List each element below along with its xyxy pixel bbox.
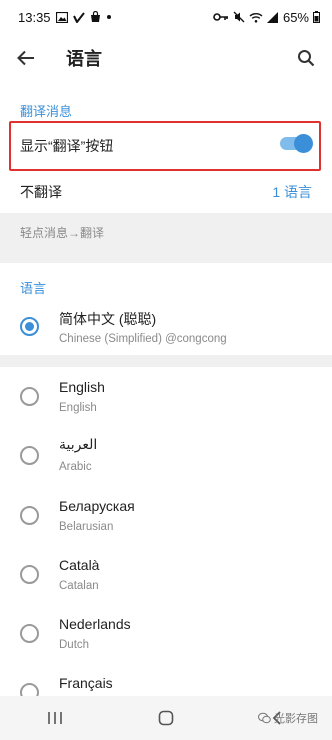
- toggle-thumb: [294, 134, 313, 153]
- show-translate-toggle[interactable]: [280, 134, 313, 153]
- back-button[interactable]: [12, 44, 40, 72]
- translate-section-header: 翻译消息: [20, 104, 73, 119]
- no-translate-label: 不翻译: [20, 184, 62, 200]
- no-translate-value: 1 语言: [272, 184, 312, 200]
- wifi-icon: [249, 12, 263, 23]
- chat-bubble-icon: [258, 712, 271, 724]
- language-subtitle: Catalan: [59, 580, 99, 592]
- signal-icon: [266, 11, 279, 23]
- language-subtitle: Dutch: [59, 639, 90, 651]
- radio-belarusian[interactable]: [20, 506, 39, 525]
- radio-catalan[interactable]: [20, 565, 39, 584]
- language-subtitle: English: [59, 402, 97, 414]
- key-icon: [213, 12, 229, 22]
- language-name: Nederlands: [59, 616, 131, 632]
- radio-dutch[interactable]: [20, 624, 39, 643]
- language-name: Беларуская: [59, 498, 135, 514]
- status-right: 65%: [213, 10, 320, 25]
- check-app-icon: [72, 11, 85, 23]
- radio-english[interactable]: [20, 387, 39, 406]
- home-button[interactable]: [152, 704, 180, 732]
- search-icon: [298, 50, 315, 67]
- battery-icon: [313, 11, 320, 23]
- language-name: العربية: [59, 436, 98, 452]
- language-name: Català: [59, 557, 100, 573]
- status-time: 13:35: [18, 9, 51, 25]
- image-icon: [55, 11, 68, 23]
- recent-apps-icon: [48, 712, 63, 724]
- language-name: 简体中文 (聪聪): [59, 311, 157, 327]
- mute-icon: [233, 11, 245, 23]
- language-item-catalan[interactable]: Català Catalan: [0, 546, 332, 606]
- radio-arabic[interactable]: [20, 446, 39, 465]
- language-item-french[interactable]: Français: [0, 664, 332, 696]
- watermark: 光影存图: [258, 710, 318, 726]
- language-item-english[interactable]: English English: [0, 368, 332, 428]
- radio-selected[interactable]: [20, 317, 39, 336]
- highlight-annotation: [9, 121, 321, 171]
- language-subtitle: Belarusian: [59, 521, 114, 533]
- home-icon: [158, 710, 174, 726]
- recent-apps-button[interactable]: [41, 704, 69, 732]
- bag-icon: [90, 11, 101, 23]
- watermark-text: 光影存图: [274, 713, 318, 725]
- search-button[interactable]: [292, 44, 320, 72]
- language-item-selected[interactable]: 简体中文 (聪聪) Chinese (Simplified) @congcong: [0, 302, 332, 362]
- app-bar: 语言: [0, 34, 332, 82]
- language-name: Français: [59, 675, 113, 691]
- language-name: English: [59, 379, 105, 395]
- radio-french[interactable]: [20, 683, 39, 696]
- battery-percent: 65%: [282, 9, 309, 25]
- translate-hint: 轻点消息→翻译: [20, 226, 105, 240]
- no-translate-row[interactable]: 不翻译 1 语言: [0, 171, 332, 211]
- arrow-left-icon: [17, 50, 34, 66]
- page-title: 语言: [66, 49, 102, 69]
- language-item-arabic[interactable]: العربية Arabic: [0, 427, 332, 487]
- status-left: 13:35: [18, 10, 112, 25]
- language-item-belarusian[interactable]: Беларуская Belarusian: [0, 487, 332, 547]
- status-bar: 13:35 65%: [0, 0, 332, 34]
- dot-icon: [106, 14, 112, 20]
- language-subtitle: Arabic: [59, 461, 92, 473]
- language-section-header: 语言: [20, 281, 47, 296]
- divider-band: [0, 355, 332, 367]
- language-item-dutch[interactable]: Nederlands Dutch: [0, 605, 332, 665]
- language-subtitle: Chinese (Simplified) @congcong: [59, 333, 227, 345]
